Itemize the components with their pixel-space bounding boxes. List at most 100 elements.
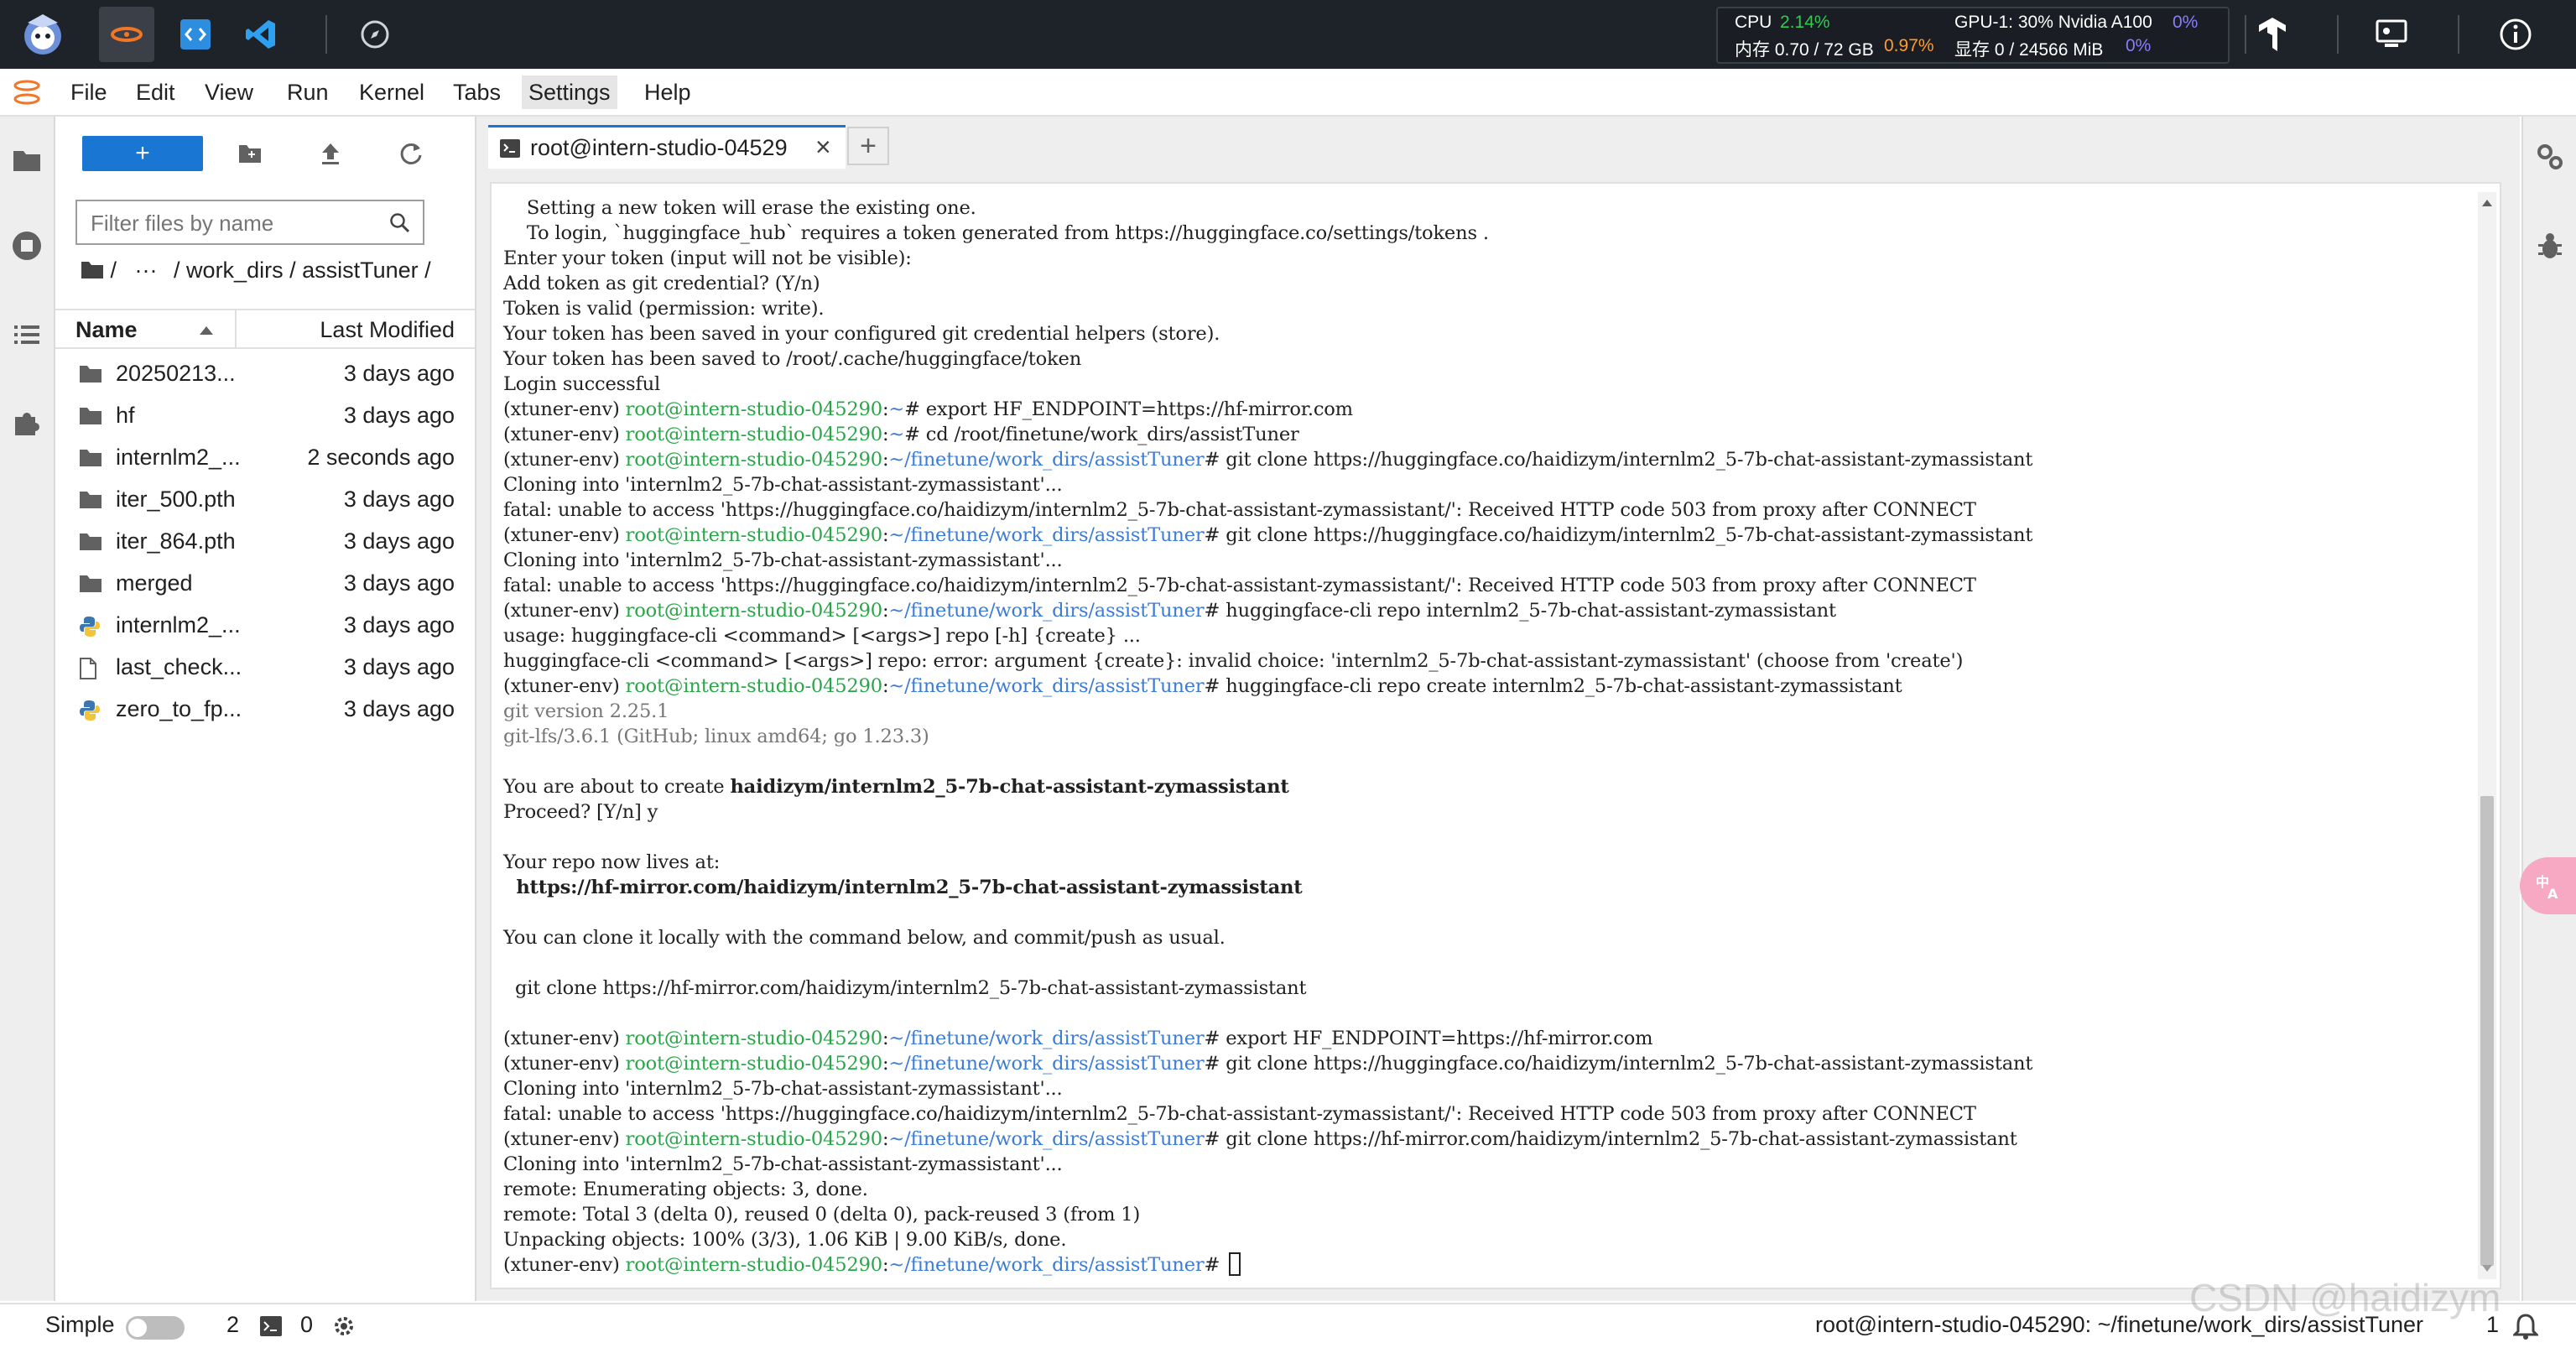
- file-row[interactable]: hf 3 days ago: [55, 396, 475, 437]
- prompt-user: root@intern-studio-045290: [625, 675, 882, 697]
- memory-value: 0.97%: [1884, 36, 1934, 55]
- file-row[interactable]: iter_500.pth 3 days ago: [55, 480, 475, 521]
- prompt-user: root@intern-studio-045290: [625, 524, 882, 546]
- modified-column-header[interactable]: Last Modified: [320, 317, 455, 343]
- upload-icon[interactable]: [314, 137, 347, 170]
- simple-mode-label: Simple: [45, 1312, 115, 1337]
- monitor-settings-icon[interactable]: [2364, 7, 2419, 62]
- new-folder-icon[interactable]: [233, 137, 267, 170]
- debugger-icon[interactable]: [2537, 232, 2563, 265]
- terminal-text: Cloning into 'internlm2_5-7b-chat-assist…: [503, 1078, 1063, 1100]
- breadcrumb-ellipsis[interactable]: ···: [135, 258, 158, 283]
- terminal-text: Token is valid (permission: write).: [503, 298, 825, 320]
- menu-run[interactable]: Run: [280, 75, 336, 109]
- scrollbar-thumb[interactable]: [2480, 796, 2494, 1266]
- python-file-icon: [79, 616, 102, 638]
- terminal-text: fatal: unable to access 'https://hugging…: [503, 499, 1976, 521]
- new-tab-button[interactable]: +: [847, 127, 889, 165]
- file-name: iter_500.pth: [116, 487, 236, 512]
- extensions-icon[interactable]: [7, 403, 47, 444]
- refresh-icon[interactable]: [394, 137, 428, 170]
- filter-files-input[interactable]: [89, 210, 377, 237]
- property-inspector-icon[interactable]: [2535, 142, 2565, 176]
- vscode-icon[interactable]: [233, 7, 289, 62]
- simple-mode-toggle[interactable]: [126, 1316, 185, 1340]
- bell-icon[interactable]: [2511, 1313, 2540, 1345]
- file-browser-panel: + / ··· / work_dirs / assistTuner / Name…: [55, 117, 476, 1301]
- terminal-output[interactable]: Setting a new token will erase the exist…: [490, 182, 2501, 1289]
- terminal-text: fatal: unable to access 'https://hugging…: [503, 1103, 1976, 1125]
- tab-close-icon[interactable]: ×: [815, 132, 831, 163]
- scroll-up-icon[interactable]: [2482, 195, 2492, 211]
- file-name: 20250213...: [116, 361, 236, 386]
- svg-text:A: A: [2547, 886, 2558, 900]
- menu-kernel[interactable]: Kernel: [352, 75, 431, 109]
- top-bar: CPU 2.14% 内存 0.70 / 72 GB 0.97% GPU-1: 3…: [0, 0, 2576, 69]
- menu-tabs[interactable]: Tabs: [446, 75, 507, 109]
- terminal-line: https://hf-mirror.com/haidizym/internlm2…: [503, 875, 2458, 900]
- kernel-gear-icon[interactable]: [332, 1314, 356, 1344]
- file-row[interactable]: zero_to_fp... 3 days ago: [55, 690, 475, 731]
- terminal-line: Cloning into 'internlm2_5-7b-chat-assist…: [503, 472, 2458, 497]
- name-column-header[interactable]: Name: [55, 310, 237, 347]
- breadcrumb-path[interactable]: / work_dirs / assistTuner /: [174, 258, 431, 283]
- sort-ascending-icon: [200, 324, 213, 339]
- code-editor-icon[interactable]: [168, 7, 223, 62]
- tensorflow-icon[interactable]: [2245, 7, 2300, 62]
- terminal-line: (xtuner-env) root@intern-studio-045290:~…: [503, 523, 2458, 548]
- file-row[interactable]: internlm2_... 2 seconds ago: [55, 438, 475, 479]
- terminal-line: git clone https://hf-mirror.com/haidizym…: [503, 976, 2458, 1001]
- kernels-count[interactable]: 2: [226, 1312, 239, 1338]
- prompt-user: root@intern-studio-045290: [625, 1128, 882, 1150]
- terminal-line: You are about to create haidizym/internl…: [503, 774, 2458, 799]
- info-icon[interactable]: [2488, 7, 2543, 62]
- file-row[interactable]: merged 3 days ago: [55, 564, 475, 605]
- folder-icon: [79, 490, 102, 512]
- file-modified: 3 days ago: [343, 654, 455, 679]
- file-modified: 3 days ago: [343, 612, 455, 638]
- terminal-line: Your token has been saved in your config…: [503, 321, 2458, 346]
- terminal-text: #: [1204, 1254, 1226, 1276]
- menu-help[interactable]: Help: [637, 75, 698, 109]
- terminal-status-icon: [260, 1316, 282, 1342]
- tab-terminal[interactable]: root@intern-studio-04529 ×: [488, 125, 846, 169]
- terminal-line: fatal: unable to access 'https://hugging…: [503, 1101, 2458, 1127]
- scroll-down-icon[interactable]: [2482, 1261, 2492, 1276]
- compass-icon[interactable]: [347, 7, 403, 62]
- translate-icon[interactable]: 中A: [2520, 857, 2576, 914]
- prompt-path: ~/finetune/work_dirs/assistTuner: [888, 600, 1205, 622]
- search-icon[interactable]: [389, 212, 411, 238]
- prompt-path: ~: [888, 398, 905, 420]
- file-modified: 3 days ago: [343, 487, 455, 512]
- terminal-line: Setting a new token will erase the exist…: [503, 195, 2458, 221]
- table-of-contents-icon[interactable]: [7, 315, 47, 355]
- terminal-scrollbar[interactable]: [2478, 192, 2496, 1279]
- jupyter-icon[interactable]: [99, 7, 154, 62]
- breadcrumb-root[interactable]: /: [111, 258, 117, 283]
- prompt-env: (xtuner-env): [503, 424, 626, 445]
- menu-file[interactable]: File: [64, 75, 114, 109]
- file-row[interactable]: iter_864.pth 3 days ago: [55, 522, 475, 563]
- file-browser-icon[interactable]: [7, 140, 47, 180]
- terminal-text: Setting a new token will erase the exist…: [503, 197, 976, 219]
- running-kernels-icon[interactable]: [7, 226, 47, 266]
- folder-icon: [79, 532, 102, 554]
- file-row[interactable]: last_check... 3 days ago: [55, 648, 475, 689]
- terminal-text: # huggingface-cli repo create internlm2_…: [1204, 675, 1902, 697]
- menu-settings[interactable]: Settings: [522, 75, 617, 109]
- new-launcher-button[interactable]: +: [82, 136, 203, 171]
- file-row[interactable]: internlm2_... 3 days ago: [55, 606, 475, 647]
- terminal-lines: Setting a new token will erase the exist…: [503, 195, 2458, 1278]
- home-folder-icon[interactable]: [81, 260, 104, 286]
- menu-view[interactable]: View: [198, 75, 260, 109]
- intern-logo-icon[interactable]: [15, 7, 70, 62]
- menu-edit[interactable]: Edit: [129, 75, 182, 109]
- terminal-text: # git clone https://hf-mirror.com/haidiz…: [1204, 1128, 2017, 1150]
- file-row[interactable]: 20250213... 3 days ago: [55, 354, 475, 395]
- terminal-line: git version 2.25.1: [503, 699, 2458, 724]
- terminal-line: fatal: unable to access 'https://hugging…: [503, 497, 2458, 523]
- terminals-count[interactable]: 0: [300, 1312, 313, 1338]
- terminal-tab-icon: [500, 139, 520, 162]
